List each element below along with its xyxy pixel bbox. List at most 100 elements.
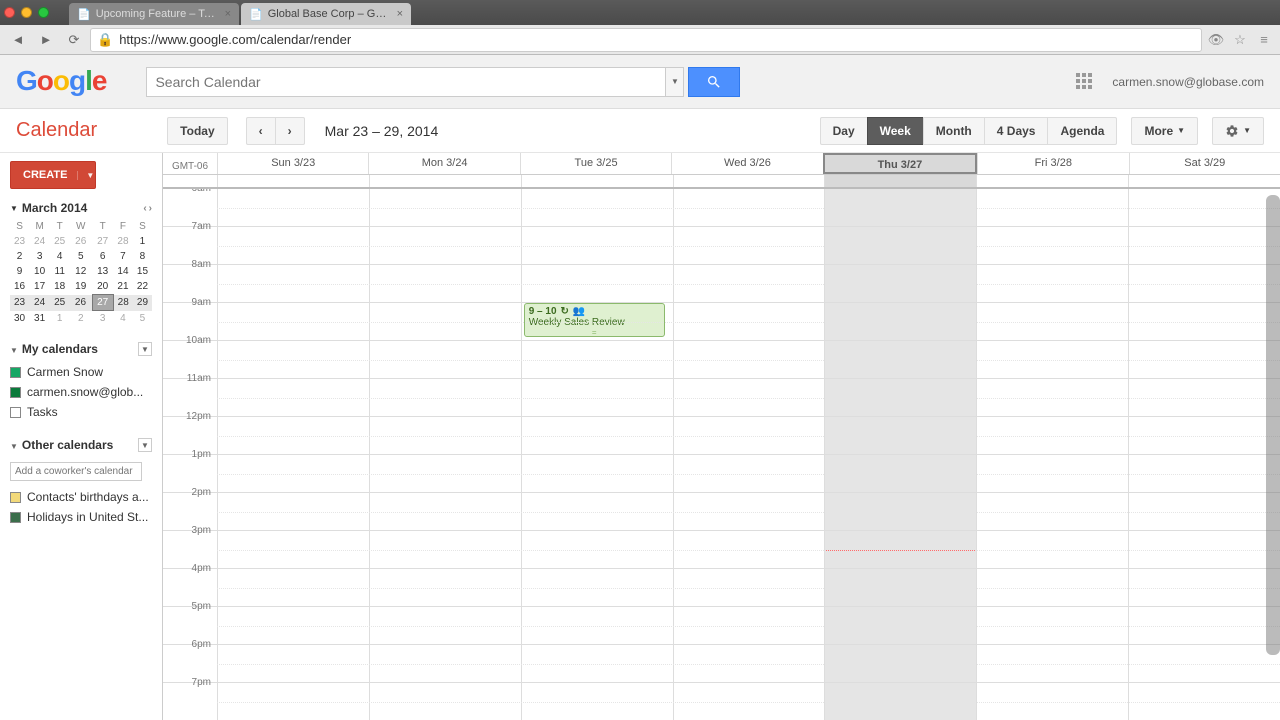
tab-close-icon[interactable]: × (225, 8, 231, 20)
time-cell[interactable] (976, 683, 1128, 720)
next-button[interactable]: › (275, 117, 305, 145)
mini-cal-day[interactable]: 13 (92, 264, 113, 279)
time-cell[interactable] (217, 645, 369, 682)
time-cell[interactable] (824, 303, 976, 340)
time-cell[interactable] (1128, 417, 1280, 454)
time-cell[interactable] (673, 189, 825, 226)
time-cell[interactable] (521, 569, 673, 606)
mini-cal-day[interactable]: 24 (29, 234, 50, 249)
time-cell[interactable] (217, 303, 369, 340)
time-cell[interactable] (217, 379, 369, 416)
search-input[interactable] (146, 67, 666, 97)
time-cell[interactable] (673, 645, 825, 682)
time-cell[interactable] (521, 455, 673, 492)
time-cell[interactable] (976, 265, 1128, 302)
time-cell[interactable] (521, 683, 673, 720)
mini-calendar[interactable]: SMTWTFS232425262728123456789101112131415… (10, 219, 152, 326)
time-cell[interactable] (824, 265, 976, 302)
prev-button[interactable]: ‹ (246, 117, 275, 145)
allday-cell[interactable] (1128, 175, 1280, 187)
mini-cal-day[interactable]: 15 (133, 264, 152, 279)
mini-cal-day[interactable]: 12 (69, 264, 92, 279)
calendar-item[interactable]: Carmen Snow (10, 362, 152, 382)
time-cell[interactable] (217, 493, 369, 530)
time-cell[interactable]: 9 – 10 ↻ 👥Weekly Sales Review= (521, 303, 673, 340)
window-close[interactable] (4, 7, 15, 18)
calendar-item[interactable]: Contacts' birthdays a... (10, 487, 152, 507)
time-cell[interactable] (976, 607, 1128, 644)
mini-cal-day[interactable]: 6 (92, 249, 113, 264)
time-cell[interactable] (217, 531, 369, 568)
mini-cal-day[interactable]: 31 (29, 311, 50, 327)
allday-cell[interactable] (369, 175, 521, 187)
time-cell[interactable] (521, 265, 673, 302)
audio-icon[interactable]: 👁 (1206, 30, 1226, 50)
calendar-event[interactable]: 9 – 10 ↻ 👥Weekly Sales Review= (524, 303, 665, 337)
day-header[interactable]: Wed 3/26 (671, 153, 822, 174)
apps-icon[interactable] (1076, 73, 1094, 91)
mini-cal-day[interactable]: 18 (50, 279, 69, 295)
time-cell[interactable] (824, 227, 976, 264)
mini-cal-day[interactable]: 4 (50, 249, 69, 264)
bookmark-icon[interactable]: ☆ (1230, 30, 1250, 50)
view-agenda[interactable]: Agenda (1047, 117, 1117, 145)
day-header[interactable]: Mon 3/24 (368, 153, 519, 174)
mini-cal-day[interactable]: 25 (50, 295, 69, 311)
time-cell[interactable] (976, 455, 1128, 492)
time-cell[interactable] (673, 227, 825, 264)
resize-handle[interactable]: = (529, 330, 660, 335)
time-cell[interactable] (824, 683, 976, 720)
time-cell[interactable] (1128, 455, 1280, 492)
time-cell[interactable] (976, 645, 1128, 682)
tab-close-icon[interactable]: × (397, 8, 403, 20)
time-cell[interactable] (521, 645, 673, 682)
create-button[interactable]: CREATE▼ (10, 161, 96, 189)
view-month[interactable]: Month (923, 117, 984, 145)
time-cell[interactable] (1128, 607, 1280, 644)
my-calendars-header[interactable]: ▼My calendars ▼ (10, 342, 152, 356)
time-cell[interactable] (673, 265, 825, 302)
time-cell[interactable] (824, 493, 976, 530)
time-cell[interactable] (1128, 493, 1280, 530)
user-email[interactable]: carmen.snow@globase.com (1112, 75, 1264, 89)
mini-cal-day[interactable]: 24 (29, 295, 50, 311)
time-cell[interactable] (824, 189, 976, 226)
time-cell[interactable] (1128, 379, 1280, 416)
time-cell[interactable] (521, 341, 673, 378)
mini-cal-day[interactable]: 1 (133, 234, 152, 249)
time-cell[interactable] (369, 417, 521, 454)
mini-cal-day[interactable]: 28 (113, 234, 133, 249)
time-cell[interactable] (369, 189, 521, 226)
mini-cal-day[interactable]: 23 (10, 295, 29, 311)
time-cell[interactable] (673, 493, 825, 530)
day-header[interactable]: Sat 3/29 (1129, 153, 1280, 174)
mini-cal-day[interactable]: 28 (113, 295, 133, 311)
time-cell[interactable] (976, 189, 1128, 226)
mini-cal-day[interactable]: 19 (69, 279, 92, 295)
mini-cal-day[interactable]: 22 (133, 279, 152, 295)
my-calendars-menu[interactable]: ▼ (138, 342, 152, 356)
browser-tab[interactable]: 📄Upcoming Feature – Task List× (69, 3, 239, 25)
mini-prev[interactable]: ‹ (143, 203, 146, 214)
forward-button[interactable]: ► (34, 28, 58, 52)
time-cell[interactable] (217, 607, 369, 644)
time-cell[interactable] (824, 417, 976, 454)
time-cell[interactable] (217, 265, 369, 302)
time-cell[interactable] (824, 379, 976, 416)
calendar-item[interactable]: carmen.snow@glob... (10, 382, 152, 402)
window-maximize[interactable] (38, 7, 49, 18)
search-button[interactable] (688, 67, 740, 97)
allday-cell[interactable] (673, 175, 825, 187)
time-cell[interactable] (824, 607, 976, 644)
time-cell[interactable] (521, 607, 673, 644)
mini-cal-day[interactable]: 2 (10, 249, 29, 264)
time-cell[interactable] (217, 569, 369, 606)
time-cell[interactable] (1128, 227, 1280, 264)
allday-cell[interactable] (521, 175, 673, 187)
time-cell[interactable] (824, 645, 976, 682)
time-cell[interactable] (521, 189, 673, 226)
search-dropdown[interactable]: ▼ (666, 67, 684, 97)
mini-cal-day[interactable]: 10 (29, 264, 50, 279)
mini-next[interactable]: › (149, 203, 152, 214)
time-cell[interactable] (369, 493, 521, 530)
